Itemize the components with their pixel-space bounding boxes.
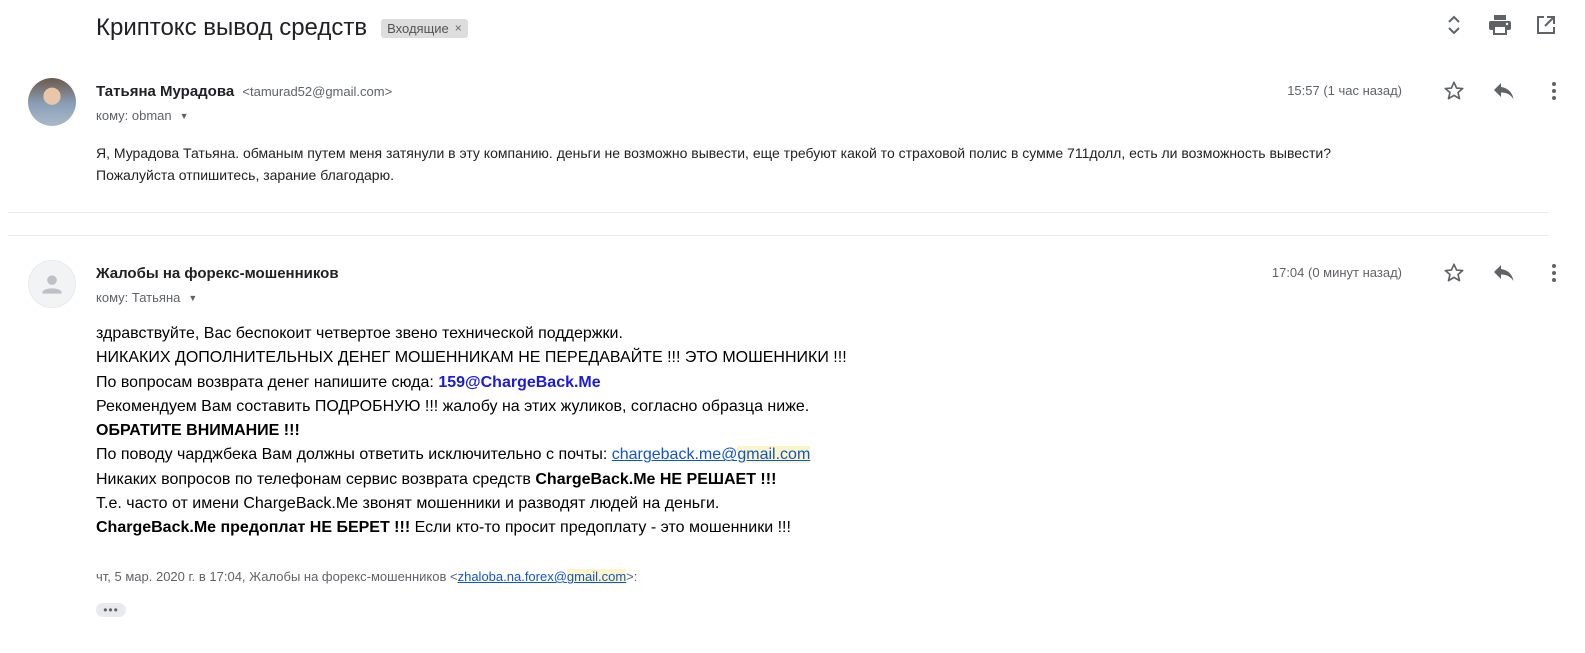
thread-header: Криптокс вывод средств Входящие × (96, 10, 468, 46)
body-line: По вопросам возврата денег напишите сюда… (96, 371, 847, 395)
body-line: Никаких вопросов по телефонам сервис воз… (96, 468, 847, 492)
open-new-window-icon[interactable] (1533, 12, 1559, 38)
email-link-domain: gmail.com (737, 446, 811, 464)
message-divider (8, 212, 1548, 213)
message-body: здравствуйте, Вас беспокоит четвертое зв… (96, 322, 847, 541)
message-actions (1441, 78, 1567, 104)
body-line: По поводу чарджбека Вам должны ответить … (96, 443, 847, 467)
expand-collapse-icon[interactable] (1441, 12, 1467, 38)
body-line: Я, Мурадова Татьяна. обманым путем меня … (96, 145, 1332, 161)
quoted-header-suffix: >: (626, 569, 638, 584)
body-text: Никаких вопросов по телефонам сервис воз… (96, 470, 536, 488)
recipient-details-chevron-icon[interactable]: ▼ (188, 293, 197, 303)
email-link-local: zhaloba.na.forex@ (457, 569, 567, 584)
body-line: ChargeBack.Me предоплат НЕ БЕРЕТ !!! Есл… (96, 516, 847, 540)
body-line: НИКАКИХ ДОПОЛНИТЕЛЬНЫХ ДЕНЕГ МОШЕННИКАМ … (96, 349, 847, 367)
inbox-label-chip[interactable]: Входящие × (381, 18, 468, 38)
sender-info: Татьяна Мурадова <tamurad52@gmail.com> (96, 83, 392, 100)
body-line: Т.е. часто от имени ChargeBack.Me звонят… (96, 495, 720, 513)
message-time: 17:04 (0 минут назад) (1271, 265, 1402, 280)
sender-avatar[interactable] (28, 78, 76, 126)
more-options-icon[interactable] (1541, 260, 1567, 286)
inbox-label-text: Входящие (387, 20, 449, 36)
print-icon[interactable] (1487, 12, 1513, 38)
quoted-email-link[interactable]: zhaloba.na.forex@gmail.com (458, 569, 627, 584)
thread-subject: Криптокс вывод средств (96, 14, 368, 41)
body-line: ОБРАТИТЕ ВНИМАНИЕ !!! (96, 422, 300, 440)
remove-label-button[interactable]: × (455, 21, 462, 35)
sender-email: <tamurad52@gmail.com> (242, 84, 393, 99)
body-line: Пожалуйста отпишитесь, зарание благодарю… (96, 167, 394, 183)
recipient-line: кому: obman ▼ (96, 108, 189, 123)
thread-toolbar (1441, 12, 1559, 38)
sender-info: Жалобы на форекс-мошенников (96, 265, 339, 282)
reply-icon[interactable] (1491, 260, 1517, 286)
show-trimmed-content-button[interactable]: ••• (96, 603, 126, 617)
body-text: По вопросам возврата денег напишите сюда… (96, 373, 439, 391)
more-options-icon[interactable] (1541, 78, 1567, 104)
sender-name[interactable]: Жалобы на форекс-мошенников (96, 265, 339, 282)
email-link-domain: gmail.com (566, 569, 627, 584)
body-line: здравствуйте, Вас беспокоит четвертое зв… (96, 325, 623, 342)
body-line: Рекомендуем Вам составить ПОДРОБНУЮ !!! … (96, 397, 810, 415)
contact-email-text: 159@ChargeBack.Me (438, 373, 601, 391)
message-actions (1441, 260, 1567, 286)
sender-name[interactable]: Татьяна Мурадова (96, 83, 234, 100)
star-icon[interactable] (1441, 260, 1467, 286)
email-link-local: chargeback.me@ (611, 446, 738, 464)
recipient-details-chevron-icon[interactable]: ▼ (180, 111, 189, 121)
star-icon[interactable] (1441, 78, 1467, 104)
message-time: 15:57 (1 час назад) (1287, 83, 1402, 98)
email-link[interactable]: chargeback.me@gmail.com (611, 446, 811, 464)
recipient-line: кому: Татьяна ▼ (96, 290, 197, 305)
quoted-header-text: чт, 5 мар. 2020 г. в 17:04, Жалобы на фо… (96, 569, 458, 584)
body-bold-text: ChargeBack.Me предоплат НЕ БЕРЕТ !!! (96, 519, 411, 537)
recipient-label: кому: obman (96, 108, 172, 123)
body-bold-text: ChargeBack.Me НЕ РЕШАЕТ !!! (535, 470, 777, 488)
body-text: Если кто-то просит предоплату - это моше… (410, 519, 791, 537)
quoted-header: чт, 5 мар. 2020 г. в 17:04, Жалобы на фо… (96, 569, 637, 584)
recipient-label: кому: Татьяна (96, 290, 181, 305)
sender-avatar[interactable] (28, 260, 76, 308)
default-person-icon (42, 275, 62, 294)
message-divider (8, 235, 1548, 236)
reply-icon[interactable] (1491, 78, 1517, 104)
body-text: По поводу чарджбека Вам должны ответить … (96, 446, 612, 464)
message-body: Я, Мурадова Татьяна. обманым путем меня … (96, 142, 1546, 186)
